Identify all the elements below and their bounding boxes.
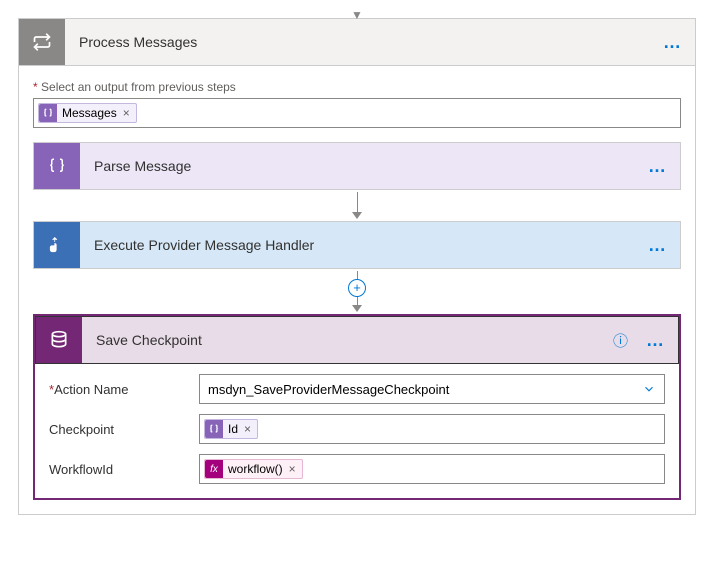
token-id-remove[interactable]: × — [238, 422, 251, 436]
parse-message-more-button[interactable]: … — [636, 156, 680, 177]
action-name-value: msdyn_SaveProviderMessageCheckpoint — [208, 382, 449, 397]
token-workflow-remove[interactable]: × — [283, 462, 296, 476]
process-messages-step-header[interactable]: Process Messages … — [18, 18, 696, 66]
action-name-label: *Action Name — [49, 382, 199, 397]
checkpoint-label: Checkpoint — [49, 422, 199, 437]
save-checkpoint-step: Save Checkpoint ⓘ … *Action Name msdyn_S… — [33, 314, 681, 500]
save-checkpoint-more-button[interactable]: … — [634, 330, 678, 351]
save-checkpoint-title: Save Checkpoint — [82, 332, 613, 348]
execute-handler-more-button[interactable]: … — [636, 235, 680, 256]
action-name-select[interactable]: msdyn_SaveProviderMessageCheckpoint — [199, 374, 665, 404]
process-messages-body: * Select an output from previous steps M… — [18, 66, 696, 515]
loop-icon — [19, 19, 65, 65]
execute-handler-step[interactable]: Execute Provider Message Handler … — [33, 221, 681, 269]
output-select-label: * Select an output from previous steps — [33, 80, 681, 94]
workflowid-input[interactable]: fx workflow() × — [199, 454, 665, 484]
token-messages-label: Messages — [62, 106, 117, 120]
data-op-icon — [34, 143, 80, 189]
token-messages-remove[interactable]: × — [117, 106, 130, 120]
parse-message-step[interactable]: Parse Message … — [33, 142, 681, 190]
save-checkpoint-body: *Action Name msdyn_SaveProviderMessageCh… — [35, 364, 679, 498]
checkpoint-input[interactable]: Id × — [199, 414, 665, 444]
braces-icon — [205, 420, 223, 438]
token-id[interactable]: Id × — [204, 419, 258, 439]
output-select-input[interactable]: Messages × — [33, 98, 681, 128]
help-icon[interactable]: ⓘ — [613, 330, 634, 351]
workflowid-label: WorkflowId — [49, 462, 199, 477]
token-workflow[interactable]: fx workflow() × — [204, 459, 303, 479]
connector-arrow-plus: + — [33, 269, 681, 314]
add-step-button[interactable]: + — [348, 279, 366, 297]
process-messages-more-button[interactable]: … — [651, 32, 695, 53]
connector-arrow — [33, 190, 681, 221]
parse-message-title: Parse Message — [80, 158, 636, 174]
chevron-down-icon — [642, 382, 656, 396]
braces-icon — [39, 104, 57, 122]
click-icon — [34, 222, 80, 268]
execute-handler-title: Execute Provider Message Handler — [80, 237, 636, 253]
token-workflow-label: workflow() — [228, 462, 283, 476]
token-messages[interactable]: Messages × — [38, 103, 137, 123]
token-id-label: Id — [228, 422, 238, 436]
fx-icon: fx — [205, 460, 223, 478]
process-messages-title: Process Messages — [65, 34, 651, 50]
save-checkpoint-header[interactable]: Save Checkpoint ⓘ … — [35, 316, 679, 364]
database-icon — [36, 317, 82, 363]
